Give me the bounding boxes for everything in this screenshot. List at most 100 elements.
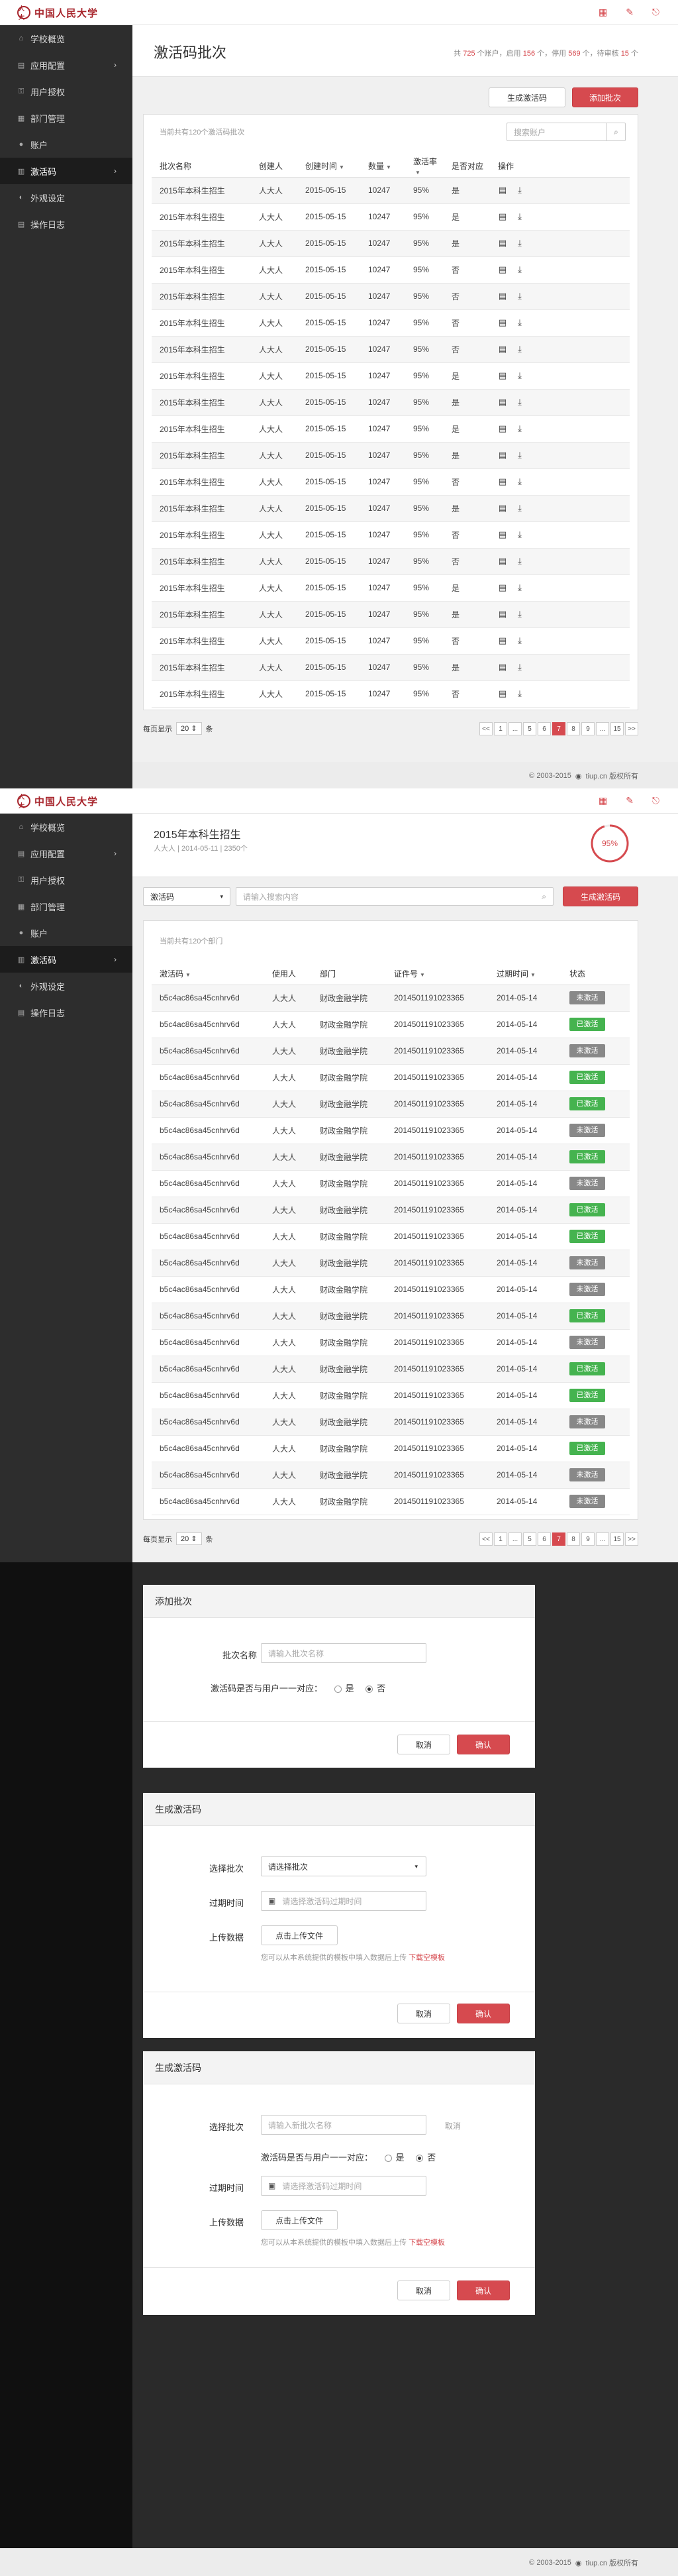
view-detail-icon[interactable]: ▤	[498, 503, 507, 513]
sidebar-item-app[interactable]: ▤ 应用配置 ›	[0, 840, 132, 867]
column-header[interactable]: 过期时间 ▼	[489, 963, 561, 985]
view-detail-icon[interactable]: ▤	[498, 264, 507, 275]
page-button[interactable]: <<	[479, 1532, 493, 1546]
confirm-button[interactable]: 确认	[457, 1735, 510, 1754]
sidebar-item-account[interactable]: ● 账户	[0, 920, 132, 946]
page-button[interactable]: >>	[625, 722, 638, 735]
sidebar-item-app[interactable]: ▤ 应用配置 ›	[0, 52, 132, 78]
sidebar-item-log[interactable]: ▤ 操作日志	[0, 211, 132, 237]
page-button[interactable]: 1	[494, 722, 507, 735]
calendar-icon[interactable]: ▣	[268, 2181, 275, 2190]
per-page-select[interactable]: 20 ⇕	[176, 1532, 202, 1545]
column-header[interactable]: 激活率 ▼	[405, 156, 444, 178]
user-icon[interactable]: ✎	[626, 795, 634, 806]
generate-code-button[interactable]: 生成激活码	[563, 886, 638, 906]
grid-icon[interactable]: ▦	[599, 795, 607, 806]
view-detail-icon[interactable]: ▤	[498, 397, 507, 407]
page-button[interactable]: 15	[610, 1532, 624, 1546]
radio-yes[interactable]	[384, 2155, 392, 2163]
code-search-input[interactable]: 请输入搜索内容 ⌕	[236, 887, 554, 906]
download-icon[interactable]: ⤓	[515, 238, 524, 248]
sort-icon[interactable]: ▼	[420, 972, 425, 978]
download-icon[interactable]: ⤓	[515, 450, 524, 460]
download-icon[interactable]: ⤓	[515, 264, 524, 275]
download-icon[interactable]: ⤓	[515, 211, 524, 222]
radio-yes[interactable]	[334, 1686, 342, 1693]
user-icon[interactable]: ✎	[626, 7, 634, 18]
view-detail-icon[interactable]: ▤	[498, 238, 507, 248]
search-icon[interactable]: ⌕	[606, 123, 625, 140]
download-icon[interactable]: ⤓	[515, 397, 524, 407]
view-detail-icon[interactable]: ▤	[498, 609, 507, 619]
new-batch-input[interactable]: 请输入新批次名称	[261, 2115, 426, 2135]
sort-icon[interactable]: ▼	[415, 170, 420, 176]
view-detail-icon[interactable]: ▤	[498, 582, 507, 593]
sidebar-item-key[interactable]: ⚿ 用户授权	[0, 867, 132, 893]
page-button[interactable]: 6	[538, 722, 551, 735]
generate-code-button[interactable]: 生成激活码	[489, 87, 565, 107]
page-button[interactable]: 5	[523, 722, 536, 735]
column-header[interactable]: 数量 ▼	[360, 156, 405, 178]
expire-date-input[interactable]: ▣ 请选择激活码过期时间	[261, 2176, 426, 2196]
add-batch-button[interactable]: 添加批次	[572, 87, 638, 107]
sidebar-item-home[interactable]: ⌂ 学校概览	[0, 814, 132, 840]
download-icon[interactable]: ⤓	[515, 662, 524, 672]
page-button[interactable]: 9	[581, 1532, 595, 1546]
radio-no[interactable]	[416, 2155, 424, 2163]
sidebar-item-appearance[interactable]: ◐ 外观设定	[0, 184, 132, 211]
logo[interactable]: 人大 中国人民大学	[17, 5, 98, 21]
cancel-button[interactable]: 取消	[397, 2004, 450, 2023]
view-detail-icon[interactable]: ▤	[498, 662, 507, 672]
calendar-icon[interactable]: ▣	[268, 1896, 275, 1905]
download-template-link[interactable]: 下载空模板	[409, 2239, 445, 2247]
page-button[interactable]: 5	[523, 1532, 536, 1546]
view-detail-icon[interactable]: ▤	[498, 423, 507, 434]
grid-icon[interactable]: ▦	[599, 7, 607, 18]
download-icon[interactable]: ⤓	[515, 185, 524, 195]
sidebar-item-appearance[interactable]: ◐ 外观设定	[0, 973, 132, 999]
page-button[interactable]: 8	[567, 1532, 580, 1546]
logo[interactable]: 人大 中国人民大学	[17, 793, 98, 809]
page-button[interactable]: 1	[494, 1532, 507, 1546]
view-detail-icon[interactable]: ▤	[498, 476, 507, 487]
cancel-button[interactable]: 取消	[397, 2281, 450, 2300]
sidebar-item-org[interactable]: ▦ 部门管理	[0, 893, 132, 920]
cancel-new-batch-link[interactable]: 取消	[445, 2120, 461, 2131]
download-icon[interactable]: ⤓	[515, 291, 524, 301]
view-detail-icon[interactable]: ▤	[498, 450, 507, 460]
download-icon[interactable]: ⤓	[515, 556, 524, 566]
download-icon[interactable]: ⤓	[515, 476, 524, 487]
logout-icon[interactable]: ⎋	[652, 7, 659, 18]
view-detail-icon[interactable]: ▤	[498, 344, 507, 354]
column-header[interactable]: 激活码 ▼	[152, 963, 264, 985]
view-detail-icon[interactable]: ▤	[498, 185, 507, 195]
sidebar-item-account[interactable]: ● 账户	[0, 131, 132, 158]
view-detail-icon[interactable]: ▤	[498, 317, 507, 328]
view-detail-icon[interactable]: ▤	[498, 291, 507, 301]
page-button[interactable]: >>	[625, 1532, 638, 1546]
download-icon[interactable]: ⤓	[515, 503, 524, 513]
page-button[interactable]: 7	[552, 1532, 565, 1546]
view-detail-icon[interactable]: ▤	[498, 556, 507, 566]
search-input[interactable]: 搜索账户 ⌕	[507, 123, 626, 141]
page-button[interactable]: 7	[552, 722, 565, 735]
page-button[interactable]: <<	[479, 722, 493, 735]
upload-file-button[interactable]: 点击上传文件	[261, 1925, 338, 1945]
sort-icon[interactable]: ▼	[185, 972, 191, 978]
batch-name-input[interactable]: 请输入批次名称	[261, 1643, 426, 1663]
filter-select[interactable]: 激活码 ▾	[143, 887, 230, 906]
sidebar-item-log[interactable]: ▤ 操作日志	[0, 999, 132, 1026]
page-button[interactable]: 9	[581, 722, 595, 735]
radio-no[interactable]	[365, 1686, 373, 1693]
download-icon[interactable]: ⤓	[515, 688, 524, 699]
view-detail-icon[interactable]: ▤	[498, 635, 507, 646]
sidebar-item-key[interactable]: ⚿ 用户授权	[0, 78, 132, 105]
column-header[interactable]: 创建时间 ▼	[297, 156, 360, 178]
sort-icon[interactable]: ▼	[339, 164, 344, 170]
logout-icon[interactable]: ⎋	[652, 795, 659, 806]
sort-icon[interactable]: ▼	[386, 164, 391, 170]
search-icon[interactable]: ⌕	[542, 892, 546, 902]
download-icon[interactable]: ⤓	[515, 609, 524, 619]
sidebar-item-org[interactable]: ▦ 部门管理	[0, 105, 132, 131]
expire-date-input[interactable]: ▣ 请选择激活码过期时间	[261, 1891, 426, 1911]
